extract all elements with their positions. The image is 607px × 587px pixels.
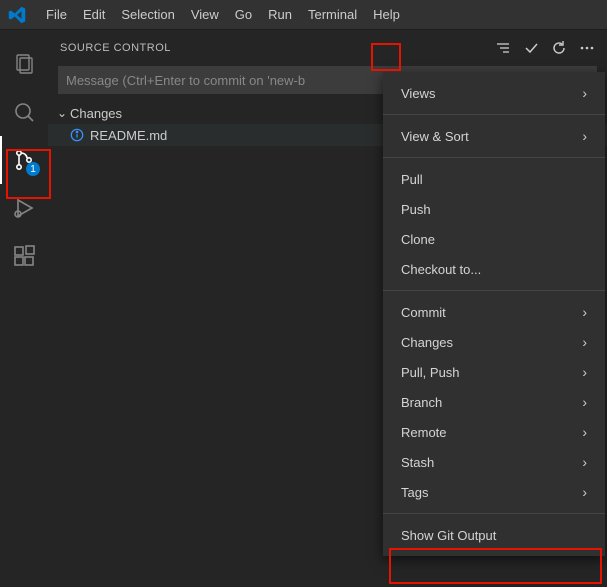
menu-file[interactable]: File (38, 0, 75, 30)
menu-run[interactable]: Run (260, 0, 300, 30)
chevron-right-icon: › (582, 334, 587, 350)
scm-header: SOURCE CONTROL (48, 30, 607, 66)
menu-changes[interactable]: Changes › (383, 327, 605, 357)
menu-tags[interactable]: Tags › (383, 477, 605, 507)
menu-views-label: Views (401, 86, 435, 101)
extensions-icon[interactable] (0, 232, 48, 280)
menu-selection[interactable]: Selection (113, 0, 182, 30)
menu-separator (383, 513, 605, 514)
commit-message-placeholder: Message (Ctrl+Enter to commit on 'new-b (66, 73, 305, 88)
menu-changes-label: Changes (401, 335, 453, 350)
menu-view[interactable]: View (183, 0, 227, 30)
view-as-tree-icon[interactable] (495, 40, 511, 56)
chevron-right-icon: › (582, 364, 587, 380)
run-debug-icon[interactable] (0, 184, 48, 232)
explorer-icon[interactable] (0, 40, 48, 88)
menu-pull-push[interactable]: Pull, Push › (383, 357, 605, 387)
file-name: README.md (90, 128, 167, 143)
menu-show-git-output[interactable]: Show Git Output (383, 520, 605, 550)
menu-pull-label: Pull (401, 172, 423, 187)
menu-commit-label: Commit (401, 305, 446, 320)
chevron-down-icon: ⌄ (54, 106, 70, 120)
chevron-right-icon: › (582, 394, 587, 410)
menu-tags-label: Tags (401, 485, 428, 500)
chevron-right-icon: › (582, 85, 587, 101)
menu-clone[interactable]: Clone (383, 224, 605, 254)
menu-view-sort[interactable]: View & Sort › (383, 121, 605, 151)
menu-separator (383, 157, 605, 158)
menu-go[interactable]: Go (227, 0, 260, 30)
activity-bar: 1 (0, 30, 48, 587)
chevron-right-icon: › (582, 128, 587, 144)
menu-edit[interactable]: Edit (75, 0, 113, 30)
vscode-logo-icon (8, 6, 26, 24)
file-info-icon (70, 128, 84, 142)
menu-terminal[interactable]: Terminal (300, 0, 365, 30)
menu-pull[interactable]: Pull (383, 164, 605, 194)
menu-views[interactable]: Views › (383, 78, 605, 108)
menu-branch-label: Branch (401, 395, 442, 410)
chevron-right-icon: › (582, 304, 587, 320)
menu-checkout-label: Checkout to... (401, 262, 481, 277)
menu-stash[interactable]: Stash › (383, 447, 605, 477)
more-actions-menu: Views › View & Sort › Pull Push Clone Ch… (383, 72, 605, 556)
scm-title: SOURCE CONTROL (60, 42, 171, 54)
menu-remote[interactable]: Remote › (383, 417, 605, 447)
refresh-icon[interactable] (551, 40, 567, 56)
menu-view-sort-label: View & Sort (401, 129, 469, 144)
more-actions-icon[interactable] (579, 40, 595, 56)
chevron-right-icon: › (582, 484, 587, 500)
menu-push-label: Push (401, 202, 431, 217)
menu-show-git-output-label: Show Git Output (401, 528, 496, 543)
search-icon[interactable] (0, 88, 48, 136)
menu-branch[interactable]: Branch › (383, 387, 605, 417)
chevron-right-icon: › (582, 454, 587, 470)
menu-help[interactable]: Help (365, 0, 408, 30)
menu-separator (383, 114, 605, 115)
commit-check-icon[interactable] (523, 40, 539, 56)
menu-commit[interactable]: Commit › (383, 297, 605, 327)
menu-clone-label: Clone (401, 232, 435, 247)
menu-pull-push-label: Pull, Push (401, 365, 460, 380)
menu-stash-label: Stash (401, 455, 434, 470)
menu-remote-label: Remote (401, 425, 447, 440)
chevron-right-icon: › (582, 424, 587, 440)
title-bar: File Edit Selection View Go Run Terminal… (0, 0, 607, 30)
changes-label: Changes (70, 106, 122, 121)
menu-push[interactable]: Push (383, 194, 605, 224)
menu-checkout[interactable]: Checkout to... (383, 254, 605, 284)
menu-separator (383, 290, 605, 291)
scm-badge: 1 (26, 162, 40, 176)
source-control-icon[interactable]: 1 (0, 136, 48, 184)
menu-bar: File Edit Selection View Go Run Terminal… (38, 0, 408, 30)
